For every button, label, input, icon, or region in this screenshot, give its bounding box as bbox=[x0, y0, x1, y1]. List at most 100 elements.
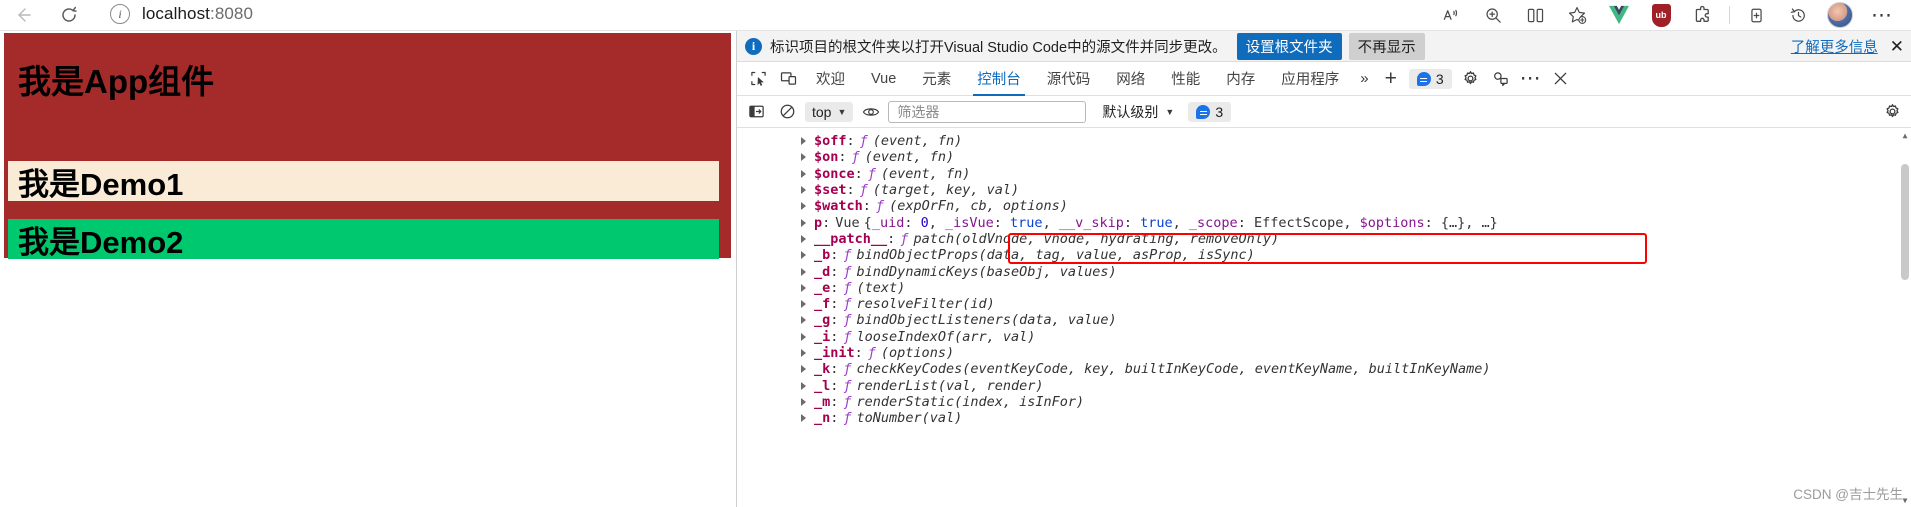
property-name: $on bbox=[814, 149, 839, 166]
history-icon[interactable] bbox=[1777, 0, 1819, 30]
console-property-row[interactable]: _g: ƒ bindObjectListeners(data, value) bbox=[737, 312, 1897, 328]
console-message-list[interactable]: $off: ƒ (event, fn) $on: ƒ (event, fn) $once: ƒ… bbox=[737, 128, 1911, 507]
function-signature: bindDynamicKeys(baseObj, values) bbox=[856, 263, 1117, 280]
expand-arrow-icon[interactable] bbox=[801, 283, 806, 292]
info-icon: i bbox=[745, 37, 762, 55]
back-button[interactable] bbox=[0, 0, 46, 30]
colon: : bbox=[846, 133, 855, 150]
devtools-more-options-icon[interactable]: ⋯ bbox=[1516, 64, 1546, 94]
expand-arrow-icon[interactable] bbox=[801, 316, 806, 325]
expand-arrow-icon[interactable] bbox=[801, 365, 806, 374]
console-property-row[interactable]: __patch__: ƒ patch(oldVnode, vnode, hydrat… bbox=[737, 231, 1897, 247]
tab-performance-label: 性能 bbox=[1171, 72, 1201, 88]
expand-arrow-icon[interactable] bbox=[801, 381, 806, 390]
console-property-row[interactable]: $once: ƒ (event, fn) bbox=[737, 166, 1897, 182]
expand-arrow-icon[interactable] bbox=[801, 137, 806, 146]
console-property-row[interactable]: $off: ƒ (event, fn) bbox=[737, 133, 1897, 149]
set-root-folder-button[interactable]: 设置根文件夹 bbox=[1236, 32, 1342, 60]
tab-welcome[interactable]: 欢迎 bbox=[803, 62, 858, 96]
live-expression-icon[interactable] bbox=[857, 100, 884, 124]
app-component-panel: 我是App组件 我是Demo1 我是Demo2 bbox=[4, 33, 731, 260]
profile-avatar[interactable] bbox=[1819, 0, 1861, 30]
console-property-row[interactable]: _n: ƒ toNumber(val) bbox=[737, 410, 1897, 426]
app-component-title: 我是App组件 bbox=[18, 63, 215, 100]
property-name: _d bbox=[814, 263, 831, 280]
tab-network[interactable]: 网络 bbox=[1103, 62, 1158, 96]
expand-arrow-icon[interactable] bbox=[801, 186, 806, 195]
tab-sources[interactable]: 源代码 bbox=[1034, 62, 1104, 96]
tab-vue[interactable]: Vue bbox=[858, 62, 909, 96]
tab-console[interactable]: 控制台 bbox=[964, 62, 1034, 96]
console-filter-input[interactable] bbox=[888, 100, 1087, 123]
device-emulation-icon[interactable] bbox=[773, 64, 803, 94]
console-property-row[interactable]: _i: ƒ looseIndexOf(arr, val) bbox=[737, 329, 1897, 345]
expand-arrow-icon[interactable] bbox=[801, 169, 806, 178]
console-property-row[interactable]: _m: ƒ renderStatic(index, isInFor) bbox=[737, 394, 1897, 410]
console-settings-gear-icon[interactable] bbox=[1879, 100, 1906, 124]
expand-arrow-icon[interactable] bbox=[801, 332, 806, 341]
issues-badge[interactable]: 3 bbox=[1408, 68, 1452, 89]
console-property-row[interactable]: $watch: ƒ (expOrFn, cb, options) bbox=[737, 198, 1897, 214]
devtools-close-icon[interactable] bbox=[1546, 64, 1576, 94]
console-issues-count: 3 bbox=[1215, 103, 1224, 120]
expand-arrow-icon[interactable] bbox=[801, 251, 806, 260]
zoom-icon[interactable] bbox=[1472, 0, 1514, 30]
scrollbar-thumb[interactable] bbox=[1901, 164, 1909, 280]
console-property-row[interactable]: _l: ƒ renderList(val, render) bbox=[737, 377, 1897, 394]
extensions-icon[interactable] bbox=[1682, 0, 1724, 30]
console-property-row[interactable]: _b: ƒ bindObjectProps(data, tag, value, as… bbox=[737, 247, 1897, 263]
expand-arrow-icon[interactable] bbox=[801, 397, 806, 406]
tab-memory[interactable]: 内存 bbox=[1213, 62, 1268, 96]
console-property-row[interactable]: _k: ƒ checkKeyCodes(eventKeyCode, key, bui… bbox=[737, 361, 1897, 377]
ublock-extension-icon[interactable]: ub bbox=[1640, 0, 1682, 30]
tab-application[interactable]: 应用程序 bbox=[1268, 62, 1352, 96]
expand-arrow-icon[interactable] bbox=[801, 267, 806, 276]
console-property-row[interactable]: _d: ƒ bindDynamicKeys(baseObj, values) bbox=[737, 263, 1897, 280]
clear-console-icon[interactable] bbox=[774, 100, 801, 124]
tab-elements[interactable]: 元素 bbox=[909, 62, 964, 96]
scroll-up-icon[interactable]: ▲ bbox=[1898, 128, 1911, 142]
function-glyph: ƒ bbox=[867, 345, 876, 361]
console-property-row[interactable]: $set: ƒ (target, key, val) bbox=[737, 182, 1897, 198]
inspect-element-icon[interactable] bbox=[743, 64, 773, 94]
javascript-context-selector[interactable]: top ▼ bbox=[805, 101, 854, 122]
more-tabs-icon[interactable]: » bbox=[1352, 70, 1376, 87]
address-bar[interactable]: i localhost:8080 bbox=[96, 0, 1118, 32]
expand-arrow-icon[interactable] bbox=[801, 349, 806, 357]
dont-show-again-button[interactable]: 不再显示 bbox=[1348, 32, 1425, 60]
function-glyph: ƒ bbox=[843, 312, 852, 329]
site-info-icon[interactable]: i bbox=[110, 4, 130, 24]
infobar-close-icon[interactable]: ✕ bbox=[1890, 38, 1904, 55]
add-favorite-icon[interactable] bbox=[1556, 0, 1598, 30]
reload-button[interactable] bbox=[46, 0, 92, 30]
function-glyph: ƒ bbox=[843, 410, 852, 427]
settings-and-more-icon[interactable]: ⋯ bbox=[1861, 0, 1903, 30]
read-aloud-icon[interactable] bbox=[1430, 0, 1472, 30]
log-level-selector[interactable]: 默认级别 ▼ bbox=[1096, 100, 1180, 124]
console-issues-badge[interactable]: 3 bbox=[1188, 101, 1232, 122]
console-property-row[interactable]: _e: ƒ (text) bbox=[737, 280, 1897, 296]
function-glyph: ƒ bbox=[843, 361, 852, 378]
add-tab-button[interactable]: + bbox=[1377, 68, 1405, 89]
split-screen-icon[interactable] bbox=[1514, 0, 1556, 30]
expand-arrow-icon[interactable] bbox=[801, 153, 806, 162]
learn-more-link[interactable]: 了解更多信息 bbox=[1791, 36, 1878, 57]
console-property-row[interactable]: _f: ƒ resolveFilter(id) bbox=[737, 296, 1897, 312]
expand-arrow-icon[interactable] bbox=[801, 300, 806, 309]
function-signature: (event, fn) bbox=[864, 149, 955, 166]
expand-arrow-icon[interactable] bbox=[801, 234, 806, 243]
console-property-row[interactable]: _init: ƒ (options) bbox=[737, 345, 1897, 361]
tab-performance[interactable]: 性能 bbox=[1158, 62, 1213, 96]
collections-icon[interactable] bbox=[1735, 0, 1777, 30]
property-name: _f bbox=[814, 296, 831, 313]
expand-arrow-icon[interactable] bbox=[801, 202, 806, 211]
devtools-settings-gear-icon[interactable] bbox=[1456, 64, 1486, 94]
console-vertical-scrollbar[interactable]: ▲ ▼ bbox=[1898, 128, 1911, 507]
expand-arrow-icon[interactable] bbox=[801, 218, 806, 227]
console-property-row[interactable]: $on: ƒ (event, fn) bbox=[737, 149, 1897, 165]
console-sidebar-icon[interactable] bbox=[743, 100, 770, 124]
devtools-customize-icon[interactable] bbox=[1486, 64, 1516, 94]
console-property-row[interactable]: p: Vue {_uid: 0, _isVue: true, __v_skip: t… bbox=[737, 214, 1897, 231]
expand-arrow-icon[interactable] bbox=[801, 414, 806, 423]
vue-devtools-extension-icon[interactable] bbox=[1598, 0, 1640, 30]
